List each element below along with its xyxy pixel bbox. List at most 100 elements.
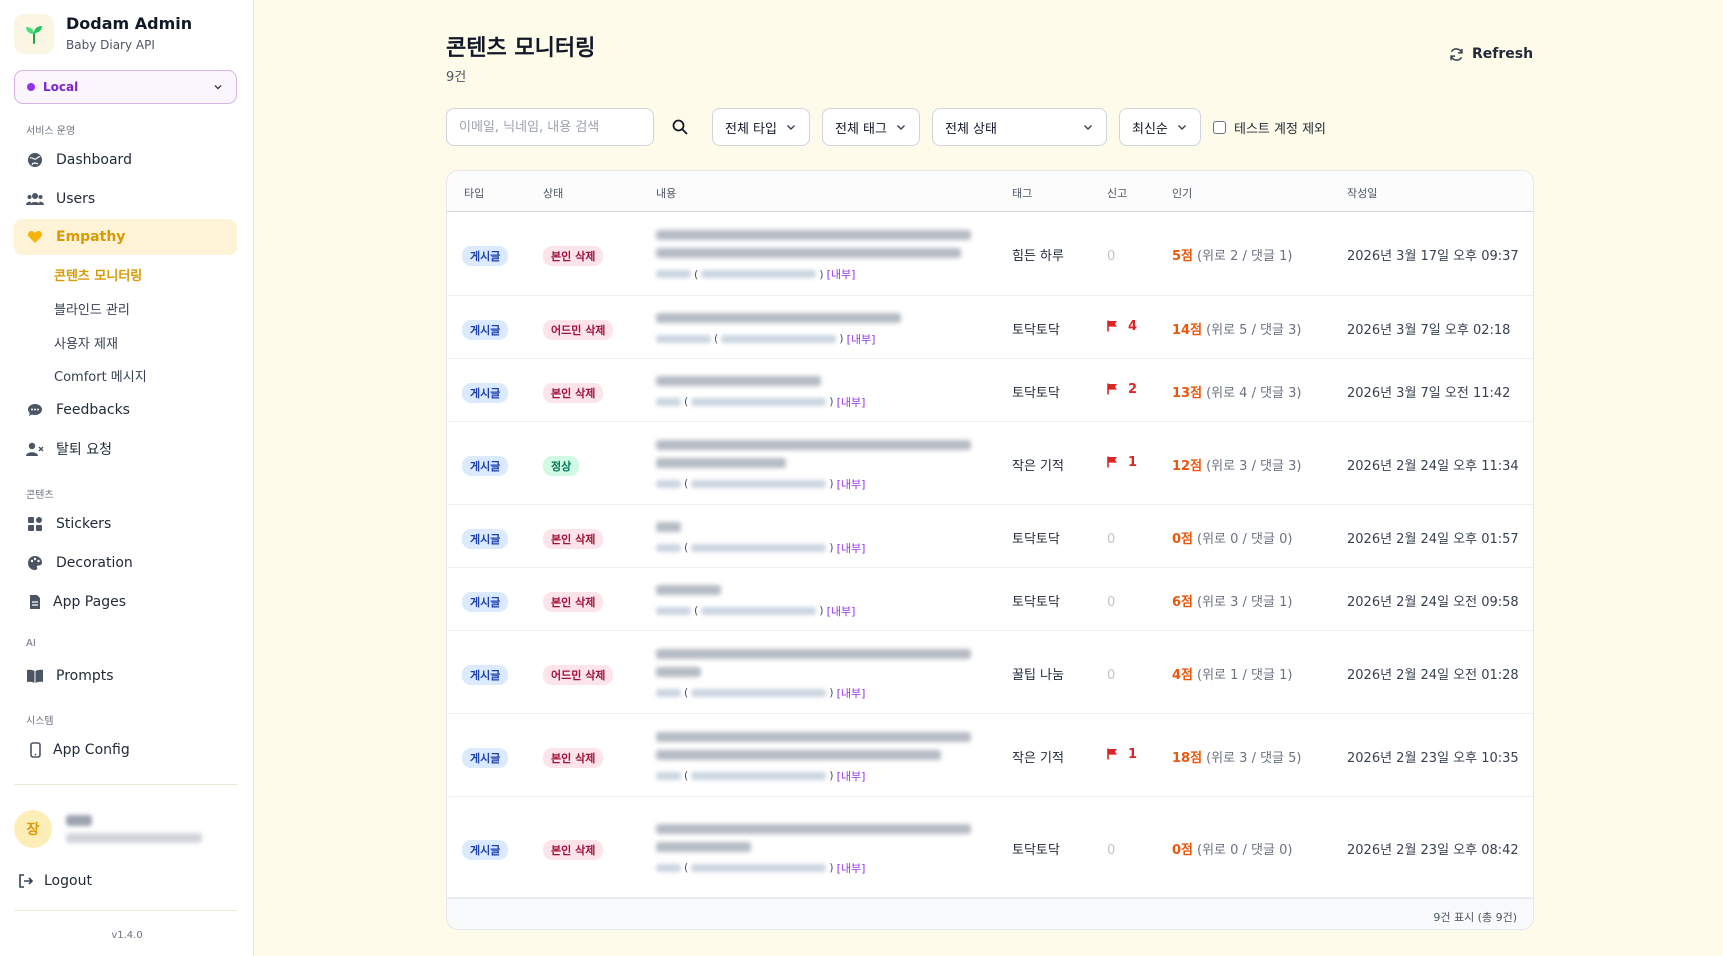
sidebar-item-feedbacks[interactable]: Feedbacks (14, 392, 237, 428)
report-count: 0 (1107, 249, 1116, 264)
environment-select[interactable]: Local (14, 70, 237, 104)
table-row[interactable]: 게시글 본인 삭제 () [내부] 토닥토닥 0 0점 (위로 0 / 댓글 0) 2026년 … (447, 797, 1533, 898)
tag-filter-select[interactable]: 전체 태그 (822, 108, 920, 146)
tag-cell: 토닥토닥 (1012, 385, 1060, 401)
content-preview[interactable]: () [내부] (656, 439, 971, 492)
column-header-content[interactable]: 내용 (656, 185, 676, 201)
table-row[interactable]: 게시글 본인 삭제 () [내부] 토닥토닥 2 13점 (위로 4 / 댓글 3) 2026년… (447, 359, 1533, 422)
table-row[interactable]: 게시글 본인 삭제 () [내부] 작은 기적 1 18점 (위로 3 / 댓글 5) 2026… (447, 714, 1533, 797)
search-input[interactable] (446, 108, 654, 146)
brand[interactable]: Dodam Admin Baby Diary API (14, 14, 192, 54)
status-badge: 본인 삭제 (543, 839, 604, 860)
user-profile[interactable]: 장 (14, 810, 202, 848)
avatar: 장 (14, 810, 52, 848)
content-text-redacted (656, 648, 971, 659)
chat-icon (26, 401, 44, 419)
exclude-test-accounts-toggle[interactable]: 테스트 계정 제외 (1213, 118, 1326, 137)
sidebar-item-withdrawal-requests[interactable]: 탈퇴 요청 (14, 431, 237, 467)
popularity-detail: (위로 3 / 댓글 5) (1206, 750, 1302, 766)
author-meta: () [내부] (656, 768, 971, 784)
content-preview[interactable]: () [내부] (656, 230, 971, 282)
tag-cell: 토닥토닥 (1012, 594, 1060, 610)
sidebar-item-users[interactable]: Users (14, 181, 237, 217)
content-preview[interactable]: () [내부] (656, 584, 855, 619)
column-header-status[interactable]: 상태 (543, 185, 563, 201)
type-filter-select[interactable]: 전체 타입 (712, 108, 810, 146)
sidebar-subitem-content-monitoring[interactable]: 콘텐츠 모니터링 (54, 265, 142, 284)
popularity-detail: (위로 4 / 댓글 3) (1206, 385, 1302, 401)
sidebar-subitem-blind-management[interactable]: 블라인드 관리 (54, 299, 130, 318)
report-count: 0 (1107, 667, 1116, 683)
report-count: 1 (1128, 454, 1138, 470)
author-meta: () [내부] (656, 476, 971, 492)
palette-icon (26, 554, 44, 572)
status-badge: 본인 삭제 (543, 591, 604, 612)
sidebar-subitem-user-sanction[interactable]: 사용자 제재 (54, 333, 118, 352)
created-at-cell: 2026년 3월 17일 오후 09:37 (1347, 249, 1519, 264)
content-preview[interactable]: () [내부] (656, 521, 865, 556)
content-preview[interactable]: () [내부] (656, 731, 971, 784)
popularity-cell: 12점 (위로 3 / 댓글 3) (1172, 455, 1302, 474)
type-badge: 게시글 (462, 246, 509, 266)
author-nickname-redacted (656, 543, 681, 552)
popularity-detail: (위로 0 / 댓글 0) (1197, 531, 1293, 547)
type-badge: 게시글 (462, 747, 509, 768)
sidebar-item-prompts[interactable]: Prompts (14, 658, 237, 694)
created-at-cell: 2026년 2월 23일 오후 10:35 (1347, 750, 1519, 766)
table-row[interactable]: 게시글 정상 () [내부] 작은 기적 1 12점 (위로 3 / 댓글 3) 2026년 2… (447, 422, 1533, 505)
table-row[interactable]: 게시글 어드민 삭제 () [내부] 토닥토닥 4 14점 (위로 5 / 댓글 3) 2026… (447, 296, 1533, 359)
search-button[interactable] (668, 116, 692, 138)
popularity-score: 18점 (1172, 750, 1203, 766)
internal-badge: [내부] (836, 769, 866, 783)
author-meta: () [내부] (656, 860, 971, 876)
column-header-popularity[interactable]: 인기 (1172, 185, 1192, 201)
report-count-flagged: 1 (1107, 455, 1137, 470)
logout-button[interactable]: Logout (18, 873, 92, 889)
refresh-button[interactable]: Refresh (1449, 46, 1533, 62)
column-header-reports[interactable]: 신고 (1107, 185, 1127, 201)
sidebar-item-label: Prompts (56, 668, 114, 684)
sidebar-item-label: Users (56, 191, 96, 207)
table-footer-summary: 9건 표시 (총 9건) (1433, 911, 1517, 924)
content-text-redacted (656, 312, 901, 323)
column-header-created-at[interactable]: 작성일 (1347, 185, 1377, 201)
popularity-detail: (위로 0 / 댓글 0) (1197, 842, 1293, 858)
popularity-cell: 18점 (위로 3 / 댓글 5) (1172, 747, 1302, 766)
status-badge: 어드민 삭제 (543, 319, 614, 340)
popularity-detail: (위로 3 / 댓글 1) (1197, 594, 1293, 610)
internal-badge: [내부] (836, 395, 866, 409)
content-preview[interactable]: () [내부] (656, 375, 865, 410)
report-count-flagged: 2 (1107, 382, 1137, 397)
sidebar-item-app-config[interactable]: App Config (14, 732, 237, 768)
column-header-type[interactable]: 타입 (464, 185, 484, 201)
logout-icon (18, 873, 34, 889)
content-text-redacted (656, 230, 971, 240)
sidebar-item-stickers[interactable]: Stickers (14, 506, 237, 542)
table-row[interactable]: 게시글 어드민 삭제 () [내부] 꿀팁 나눔 0 4점 (위로 1 / 댓글 1) 2026… (447, 631, 1533, 714)
popularity-cell: 0점 (위로 0 / 댓글 0) (1172, 839, 1292, 858)
content-preview[interactable]: () [내부] (656, 648, 971, 701)
globe-icon (26, 151, 44, 169)
sidebar-item-decoration[interactable]: Decoration (14, 545, 237, 581)
status-filter-select[interactable]: 전체 상태 (932, 108, 1107, 146)
exclude-test-checkbox[interactable] (1213, 121, 1226, 134)
table-row[interactable]: 게시글 본인 삭제 () [내부] 힘든 하루 0 5점 (위로 2 / 댓글 1) 2026년… (447, 212, 1533, 296)
internal-badge: [내부] (836, 861, 866, 875)
table-row[interactable]: 게시글 본인 삭제 () [내부] 토닥토닥 0 0점 (위로 0 / 댓글 0) 2026년 … (447, 505, 1533, 568)
popularity-score: 14점 (1172, 322, 1203, 338)
popularity-score: 6점 (1172, 594, 1194, 610)
sidebar-subitem-comfort-message[interactable]: Comfort 메시지 (54, 366, 147, 385)
content-preview[interactable]: () [내부] (656, 312, 901, 347)
author-email-redacted (701, 606, 817, 615)
content-preview[interactable]: () [내부] (656, 823, 971, 876)
sidebar-item-dashboard[interactable]: Dashboard (14, 142, 237, 178)
author-meta: () [내부] (656, 394, 865, 410)
table-row[interactable]: 게시글 본인 삭제 () [내부] 토닥토닥 0 6점 (위로 3 / 댓글 1) 2026년 … (447, 568, 1533, 631)
tag-cell: 꿀팁 나눔 (1012, 667, 1064, 683)
column-header-tag[interactable]: 태그 (1012, 185, 1032, 201)
author-email-redacted (691, 543, 827, 552)
sidebar-item-app-pages[interactable]: App Pages (14, 584, 237, 620)
sort-select[interactable]: 최신순 (1119, 108, 1201, 146)
book-icon (26, 667, 44, 685)
sidebar-item-empathy[interactable]: Empathy (14, 219, 237, 255)
